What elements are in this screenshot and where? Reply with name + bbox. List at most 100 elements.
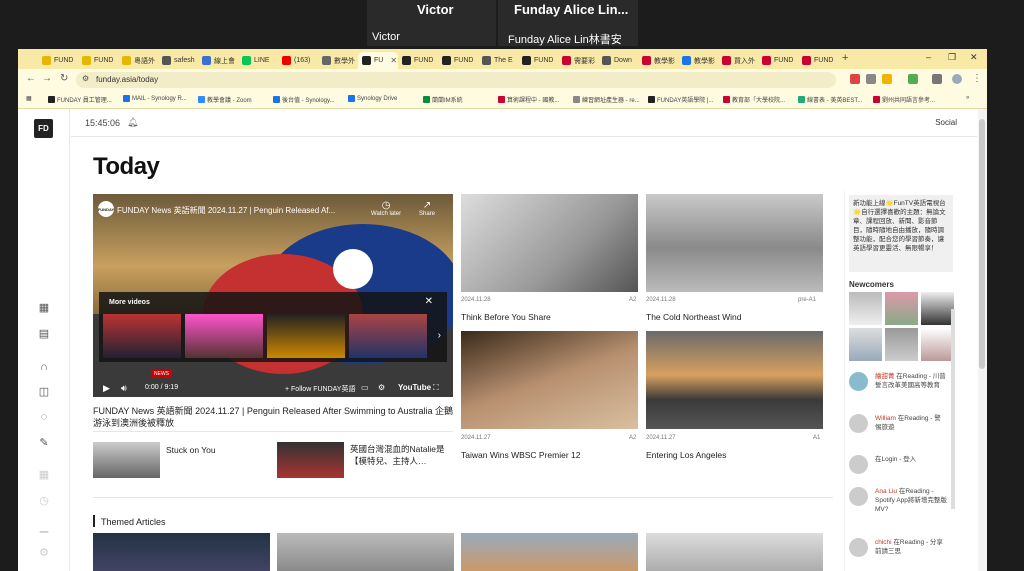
bookmark-item[interactable]: FUNDAY英語學院 |... — [648, 95, 713, 104]
bookmark-item[interactable]: 蘭蘭IM系統 — [423, 95, 463, 104]
video-title[interactable]: FUNDAY News 英語新聞 2024.11.27 | Penguin Re… — [117, 205, 335, 216]
forward-icon[interactable]: → — [42, 73, 52, 84]
article-title[interactable]: The Cold Northeast Wind — [646, 312, 741, 322]
play-icon[interactable]: ▶ — [103, 383, 110, 394]
activity-user[interactable]: Ana Liu — [875, 488, 897, 495]
minimize-icon[interactable]: – — [926, 52, 931, 62]
avatar[interactable] — [849, 328, 882, 361]
clock-icon[interactable]: ◷ — [38, 495, 50, 507]
tab[interactable]: LINE — [238, 52, 278, 69]
captions-icon[interactable]: ▭ — [361, 383, 369, 392]
extension-icon[interactable] — [908, 74, 918, 84]
article-image[interactable] — [646, 194, 823, 292]
reload-icon[interactable]: ↻ — [60, 73, 68, 84]
video-thumbnail[interactable] — [103, 314, 181, 358]
tab[interactable]: FUND — [798, 52, 838, 69]
bookmark-item[interactable]: 算術課程中 - 國教... — [498, 95, 559, 104]
video-player[interactable]: FUNDAY FUNDAY News 英語新聞 2024.11.27 | Pen… — [93, 194, 453, 397]
page-scrollbar-thumb[interactable] — [979, 119, 985, 369]
activity-user[interactable]: William — [875, 415, 896, 422]
avatar[interactable] — [921, 328, 954, 361]
tab[interactable]: 線上會 — [198, 52, 238, 69]
url-input[interactable]: ⚙ funday.asia/today — [76, 72, 836, 88]
activity-item[interactable]: chichi 在Reading - 分享前請三思 — [849, 538, 947, 568]
puzzle-icon[interactable] — [932, 74, 942, 84]
fullscreen-icon[interactable]: ⛶ — [433, 383, 439, 393]
promo-text[interactable]: 新功能上線🌟FunTV英語電視台🌟自行選擇喜歡的主題：無論文章、課程回放、新聞、… — [849, 195, 953, 272]
tab[interactable]: (163) — [278, 52, 318, 69]
bell-icon[interactable]: 🔔︎ — [127, 117, 138, 128]
tab[interactable]: 教學影 — [678, 52, 718, 69]
side-panel-scrollbar[interactable] — [951, 309, 955, 509]
volume-icon[interactable]: 🔊︎ — [121, 383, 127, 394]
article-title[interactable]: Entering Los Angeles — [646, 450, 726, 460]
new-tab-button[interactable]: + — [842, 52, 848, 64]
bookmark-item[interactable]: 練習網址產生器 - re... — [573, 95, 640, 104]
bookmark-item[interactable]: Synology Drive — [348, 95, 397, 102]
chevron-right-icon[interactable]: › — [438, 330, 441, 341]
tab[interactable]: FUND — [38, 52, 78, 69]
bookmark-item[interactable]: 教學會議 - Zoom — [198, 95, 252, 104]
tab[interactable]: 粵語外 — [118, 52, 158, 69]
tab[interactable]: FUND — [438, 52, 478, 69]
video-title[interactable]: 英國台灣混血的Natalie是 【模特兒、主持人… — [350, 443, 450, 467]
tab[interactable]: FUND — [758, 52, 798, 69]
article-image[interactable] — [461, 533, 638, 571]
bookmark-item[interactable]: 劉州共同語言參考... — [873, 95, 935, 104]
activity-item[interactable]: William 在Reading - 警惕旅遊 — [849, 414, 947, 450]
article-title[interactable]: Taiwan Wins WBSC Premier 12 — [461, 450, 581, 460]
bookmark-item[interactable]: 後台值 - Synology... — [273, 95, 335, 104]
close-icon[interactable]: ✕ — [970, 52, 978, 63]
tab[interactable]: 需要彩 — [558, 52, 598, 69]
article-image[interactable] — [461, 331, 638, 429]
restore-icon[interactable]: ❐ — [948, 52, 956, 63]
watch-later-button[interactable]: ◷ Watch later — [371, 200, 401, 217]
calendar-icon[interactable]: ▤ — [38, 328, 50, 340]
avatar[interactable] — [921, 292, 954, 325]
tab[interactable]: safesh — [158, 52, 198, 69]
activity-user[interactable]: 繪甜菁 — [875, 373, 895, 380]
youtube-logo[interactable]: YouTube — [398, 383, 431, 392]
site-logo[interactable]: FD — [34, 119, 53, 138]
grid-icon[interactable]: ▦ — [38, 302, 50, 314]
bookmark-item[interactable]: MAIL - Synology R... — [123, 95, 187, 102]
activity-item[interactable]: Ana Liu 在Reading - Spotify App將新增完整版MV? — [849, 487, 947, 527]
chart-icon[interactable]: ▁ — [38, 521, 50, 533]
close-icon[interactable]: ✕ — [425, 296, 433, 307]
profile-avatar[interactable] — [952, 74, 962, 84]
site-info-icon[interactable]: ⚙ — [82, 74, 89, 83]
video-title[interactable]: Stuck on You — [166, 444, 216, 456]
zoom-tile-alice[interactable]: Funday Alice Lin... Funday Alice Lin林書安 — [498, 0, 638, 46]
bookmark-item[interactable]: 線書表 - 美英BEST... — [798, 95, 862, 104]
article-image[interactable] — [277, 533, 454, 571]
tab[interactable]: The E — [478, 52, 518, 69]
article-image[interactable] — [646, 533, 823, 571]
grid-icon[interactable]: ▦ — [38, 469, 50, 481]
activity-item[interactable]: 在Login - 登入 — [849, 455, 947, 481]
star-icon[interactable] — [882, 74, 892, 84]
article-image[interactable] — [646, 331, 823, 429]
tab[interactable]: 買入外 — [718, 52, 758, 69]
bookmark-item[interactable]: 教育部「大學校院... — [723, 95, 785, 104]
tab[interactable]: FU ✕ — [358, 52, 398, 69]
social-link[interactable]: Social — [935, 118, 957, 127]
activity-item[interactable]: 繪甜菁 在Reading - 川普誓言改革美國高等教育 — [849, 372, 947, 408]
article-image[interactable] — [93, 533, 270, 571]
avatar[interactable] — [849, 292, 882, 325]
avatar[interactable] — [885, 292, 918, 325]
video-thumbnail[interactable] — [93, 442, 160, 478]
video-thumbnail[interactable] — [185, 314, 263, 358]
extension-icon[interactable] — [850, 74, 860, 84]
settings-icon[interactable]: ⚙ — [378, 383, 385, 392]
share-icon[interactable] — [866, 74, 876, 84]
chat-icon[interactable]: ◌ — [38, 411, 50, 423]
bookmark-item[interactable]: FUNDAY 員工管理... — [48, 95, 112, 104]
close-icon[interactable]: ✕ — [390, 56, 397, 65]
article-title[interactable]: Think Before You Share — [461, 312, 551, 322]
video-thumbnail[interactable] — [277, 442, 344, 478]
article-image[interactable] — [461, 194, 638, 292]
avatar[interactable] — [885, 328, 918, 361]
channel-avatar[interactable]: FUNDAY — [98, 201, 114, 217]
activity-user[interactable]: chichi — [875, 539, 892, 546]
video-caption[interactable]: FUNDAY News 英語新聞 2024.11.27 | Penguin Re… — [93, 405, 453, 429]
